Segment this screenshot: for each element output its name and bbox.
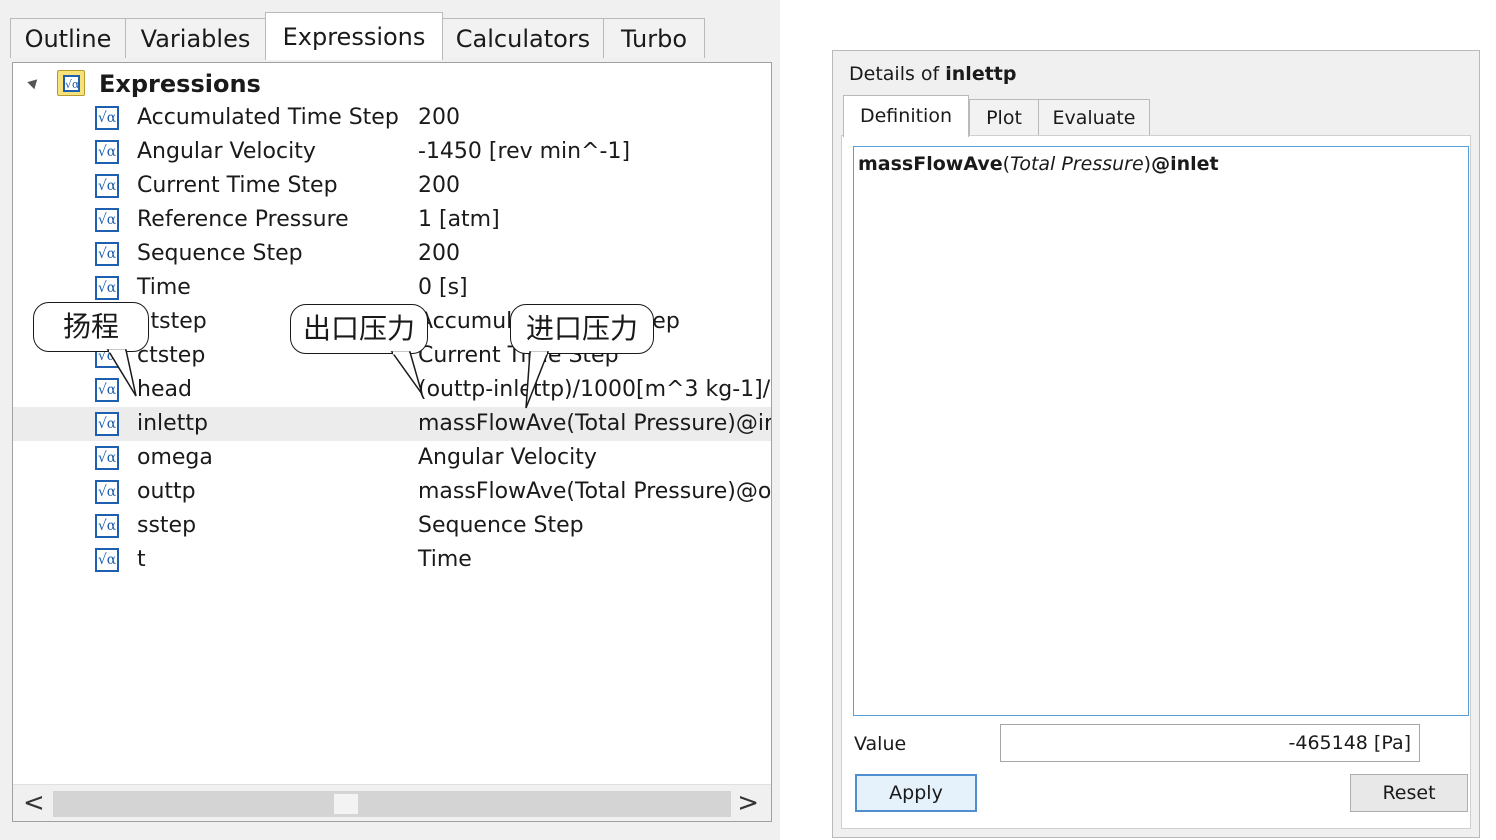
expression-icon: √α [95, 514, 119, 538]
value-field: -465148 [Pa] [1000, 724, 1420, 762]
tab-definition[interactable]: Definition [843, 95, 969, 137]
tab-plot[interactable]: Plot [969, 99, 1039, 135]
value-label: Value [854, 733, 907, 755]
horizontal-scrollbar[interactable]: < > [13, 784, 771, 821]
tree-row[interactable]: √α outtp massFlowAve(Total Pressure)@out… [13, 475, 771, 509]
scroll-left-icon[interactable]: < [23, 787, 45, 819]
tree-row[interactable]: √α omega Angular Velocity [13, 441, 771, 475]
definition-editor[interactable]: massFlowAve(Total Pressure)@inlet [853, 146, 1469, 716]
scroll-thumb[interactable] [334, 794, 358, 814]
apply-button[interactable]: Apply [855, 774, 977, 812]
expression-name: sstep [137, 513, 197, 538]
tree-row[interactable]: √α t Time [13, 543, 771, 577]
scroll-right-icon[interactable]: > [737, 787, 759, 819]
expression-icon: √α [95, 480, 119, 504]
expression-value: Time [418, 547, 472, 572]
details-title: Details of inlettp [849, 63, 1017, 85]
callout-pointers [106, 349, 550, 409]
expression-icon: √α [95, 446, 119, 470]
expression-value: Sequence Step [418, 513, 584, 538]
details-panel: Details of inlettp Definition Plot Evalu… [832, 50, 1480, 838]
expression-name: t [137, 547, 146, 572]
expression-name: omega [137, 445, 213, 470]
expression-value: Angular Velocity [418, 445, 597, 470]
expression-icon: √α [95, 548, 119, 572]
tab-evaluate[interactable]: Evaluate [1038, 99, 1150, 135]
reset-button[interactable]: Reset [1350, 774, 1468, 812]
tree-row[interactable]: √α sstep Sequence Step [13, 509, 771, 543]
expression-value: massFlowAve(Total Pressure)@outlet [418, 479, 772, 504]
definition-pane: massFlowAve(Total Pressure)@inlet Value … [841, 135, 1471, 829]
scroll-track[interactable] [53, 791, 731, 817]
expression-name: outtp [137, 479, 196, 504]
